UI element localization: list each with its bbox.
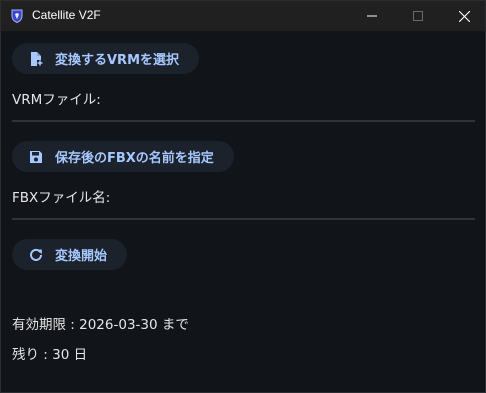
fbx-divider — [12, 218, 475, 220]
file-plus-icon — [31, 51, 43, 66]
save-fbx-button[interactable]: 保存後のFBXの名前を指定 — [12, 141, 234, 172]
start-conversion-button[interactable]: 変換開始 — [12, 239, 128, 270]
start-conversion-label: 変換開始 — [55, 249, 108, 264]
title-bar[interactable]: Catellite V2F — [1, 1, 485, 31]
fbx-file-label: FBXファイル名: — [12, 190, 111, 206]
minimize-icon — [367, 15, 377, 17]
close-button[interactable] — [441, 1, 486, 31]
maximize-icon — [413, 11, 423, 21]
select-vrm-button[interactable]: 変換するVRMを選択 — [12, 43, 200, 74]
app-window: Catellite V2F 変換するVRMを選択 VRMファイル: 保存後のFB… — [0, 0, 486, 393]
maximize-button[interactable] — [395, 1, 441, 31]
refresh-icon — [30, 248, 42, 261]
remaining-days-text: 残り : 30 日 — [12, 347, 88, 363]
minimize-button[interactable] — [349, 1, 395, 31]
select-vrm-label: 変換するVRMを選択 — [55, 53, 180, 68]
floppy-disk-icon — [30, 150, 42, 163]
app-logo-icon — [11, 9, 23, 23]
close-icon — [458, 10, 470, 22]
expiry-text: 有効期限 : 2026-03-30 まで — [12, 317, 189, 333]
vrm-file-label: VRMファイル: — [12, 92, 101, 108]
vrm-divider — [12, 120, 475, 122]
window-title: Catellite V2F — [32, 8, 101, 22]
save-fbx-label: 保存後のFBXの名前を指定 — [55, 151, 214, 166]
